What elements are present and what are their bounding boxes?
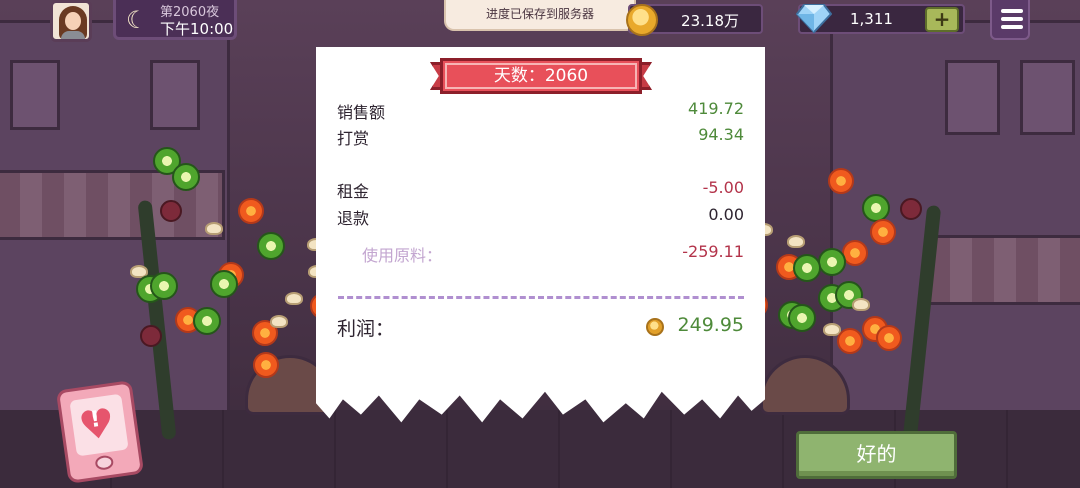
receipt-divider — [338, 296, 744, 299]
add-gems-button[interactable]: + — [925, 7, 959, 32]
ok-button[interactable]: 好的 — [796, 431, 957, 479]
day-banner: 天数：2060 — [430, 58, 652, 94]
garlic-clove — [270, 315, 288, 328]
pepper-slice — [793, 254, 821, 282]
phone-home-button — [94, 454, 115, 471]
pepper-slice — [788, 304, 816, 332]
rose — [140, 325, 162, 347]
tomato-slice — [837, 328, 863, 354]
pepper-slice — [257, 232, 285, 260]
pepper-slice — [172, 163, 200, 191]
moon-icon: ☾ — [126, 6, 148, 34]
pepper-slice — [862, 194, 890, 222]
pepper-slice — [210, 270, 238, 298]
profit-label: 利润： — [337, 318, 395, 340]
tomato-slice — [876, 325, 902, 351]
gem-counter: 1,311 + — [796, 4, 965, 34]
refund-value: 0.00 — [708, 205, 744, 224]
tomato-slice — [870, 219, 896, 245]
garlic-clove — [787, 235, 805, 248]
rent-label: 租金 — [337, 182, 370, 201]
gem-amount: 1,311 — [850, 10, 893, 28]
menu-line — [1001, 17, 1023, 21]
avatar-face — [65, 12, 81, 30]
tomato-slice — [238, 198, 264, 224]
profit-value: 249.95 — [677, 314, 744, 336]
ingredients-value: -259.11 — [682, 242, 744, 261]
window — [1020, 60, 1075, 135]
hamburger-menu-icon[interactable] — [990, 0, 1030, 40]
rent-value: -5.00 — [702, 178, 744, 197]
phone-alert-icon[interactable]: ♥ ! — [55, 380, 145, 484]
clock-time: 下午10:00 — [160, 20, 234, 38]
tips-label: 打赏 — [337, 129, 370, 148]
day-banner-text: 天数：2060 — [440, 58, 642, 94]
tomato-slice — [828, 168, 854, 194]
menu-line — [1001, 9, 1023, 13]
coin-counter: 23.18万 — [626, 4, 763, 36]
player-avatar[interactable] — [50, 0, 92, 42]
window — [945, 60, 1000, 135]
awning — [925, 235, 1080, 305]
night-time-panel: ☾ 第2060夜 下午10:00 — [113, 0, 237, 40]
save-status-toast: 进度已保存到服务器 — [444, 0, 636, 31]
pepper-slice — [150, 272, 178, 300]
rose — [160, 200, 182, 222]
window — [10, 60, 60, 130]
sales-value: 419.72 — [688, 99, 744, 118]
refund-label: 退款 — [337, 209, 370, 228]
phone-screen: ♥ ! — [69, 393, 129, 457]
menu-line — [1001, 25, 1023, 29]
avatar-body — [61, 31, 85, 39]
coin-icon — [646, 318, 664, 336]
garlic-clove — [285, 292, 303, 305]
rose — [900, 198, 922, 220]
garlic-clove — [852, 298, 870, 311]
tomato-slice — [253, 352, 279, 378]
sales-label: 销售额 — [337, 103, 386, 122]
pepper-slice — [818, 248, 846, 276]
window — [150, 60, 200, 130]
coin-amount: 23.18万 — [681, 12, 739, 30]
tips-value: 94.34 — [698, 125, 744, 144]
garlic-clove — [205, 222, 223, 235]
diamond-icon — [796, 4, 832, 34]
ingredients-label: 使用原料： — [362, 246, 443, 265]
pepper-slice — [193, 307, 221, 335]
coin-icon — [626, 4, 658, 36]
